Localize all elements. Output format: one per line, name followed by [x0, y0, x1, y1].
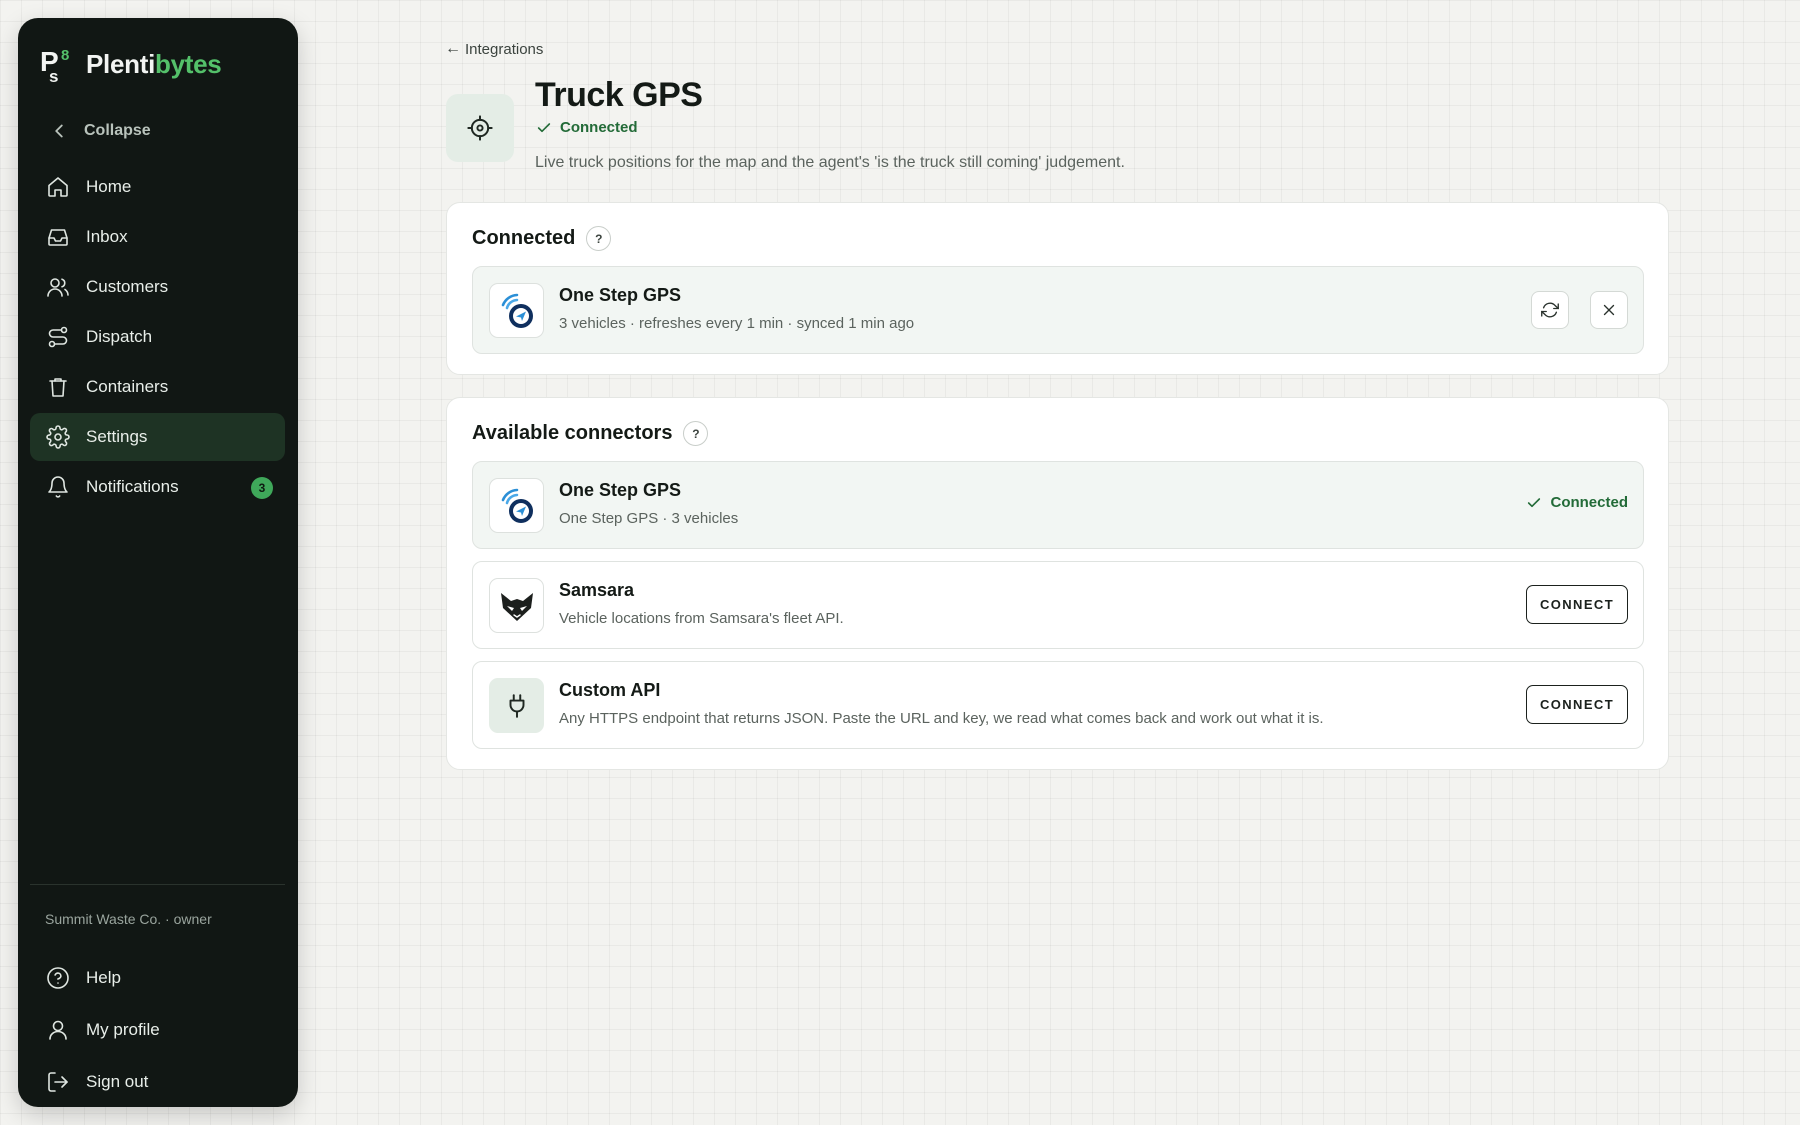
back-link-label: Integrations: [465, 40, 544, 58]
connected-section-header: Connected ?: [472, 226, 612, 251]
sidebar-nav: Home Inbox Customers Dispatch Containers…: [30, 163, 285, 513]
sidebar-item-help[interactable]: Help: [30, 952, 285, 1004]
inbox-icon: [48, 229, 68, 246]
svg-text:s: s: [49, 67, 58, 84]
plentibytes-logo-icon: P s 8: [40, 46, 69, 84]
available-section-header: Available connectors ?: [472, 421, 709, 446]
sidebar-item-label: Home: [86, 177, 132, 196]
collapse-sidebar-button[interactable]: Collapse: [48, 117, 151, 145]
page-description: Live truck positions for the map and the…: [535, 154, 1125, 171]
sidebar-item-label: Settings: [86, 427, 148, 446]
page-title: Truck GPS: [535, 76, 703, 114]
samsara-logo-icon: [500, 592, 533, 621]
crosshair-target-icon: [467, 115, 493, 141]
connector-name: Samsara: [559, 580, 635, 600]
connect-custom-api-button[interactable]: CONNECT: [1526, 685, 1628, 724]
check-icon: [1528, 497, 1541, 507]
connector-detail: Vehicle locations from Samsara's fleet A…: [559, 610, 844, 627]
connected-card: Connected ? One Step GPS 3 vehicles · re…: [446, 202, 1669, 375]
onestep-gps-logo-icon: [501, 293, 533, 328]
sidebar-item-label: My profile: [86, 1020, 160, 1039]
onestep-gps-logo-icon: [501, 488, 533, 523]
onestep-gps-logo: [489, 478, 544, 533]
disconnect-button[interactable]: [1590, 291, 1628, 329]
close-icon: [1603, 304, 1615, 316]
sidebar-item-customers[interactable]: Customers: [30, 263, 285, 311]
onestep-gps-logo: [489, 283, 544, 338]
arrow-left-icon: ←: [445, 40, 461, 57]
brand-name-part2: bytes: [155, 48, 222, 79]
back-to-integrations-link[interactable]: ← Integrations: [445, 40, 543, 58]
sidebar-item-containers[interactable]: Containers: [30, 363, 285, 411]
sidebar: P s 8 Plentibytes Collapse Home Inbox Cu…: [18, 18, 298, 1107]
connected-integration-row: One Step GPS 3 vehicles · refreshes ever…: [472, 266, 1644, 354]
sidebar-item-label: Containers: [86, 377, 169, 396]
available-help-button[interactable]: ?: [683, 421, 709, 446]
trash-icon: [49, 378, 67, 397]
sidebar-item-my-profile[interactable]: My profile: [30, 1004, 285, 1056]
sidebar-item-settings[interactable]: Settings: [30, 413, 285, 461]
sidebar-item-dispatch[interactable]: Dispatch: [30, 313, 285, 361]
connection-status-label: Connected: [560, 119, 638, 136]
gear-icon: [46, 425, 70, 449]
integration-detail: 3 vehicles · refreshes every 1 min · syn…: [559, 315, 915, 332]
connector-connected-status: Connected: [1526, 494, 1628, 511]
sidebar-item-label: Customers: [86, 277, 169, 296]
integration-icon-tile: [446, 94, 514, 162]
collapse-label: Collapse: [84, 122, 151, 139]
organization-label: Summit Waste Co. · owner: [45, 911, 212, 927]
chevron-left-icon: [55, 124, 63, 138]
connector-name: Custom API: [559, 680, 661, 700]
available-connectors-card: Available connectors ? One Step GPS One …: [446, 397, 1669, 770]
sidebar-item-label: Help: [86, 968, 121, 987]
sidebar-item-home[interactable]: Home: [30, 163, 285, 211]
brand-name: Plentibytes: [86, 48, 222, 80]
connector-detail: Any HTTPS endpoint that returns JSON. Pa…: [559, 710, 1324, 727]
check-icon: [537, 122, 551, 132]
refresh-icon: [1541, 302, 1559, 318]
sidebar-item-label: Inbox: [86, 227, 128, 246]
custom-api-icon-tile: [489, 678, 544, 733]
users-icon: [47, 278, 69, 297]
help-circle-icon: [47, 967, 69, 989]
home-icon: [48, 177, 68, 197]
sidebar-bottom-nav: Help My profile Sign out: [30, 952, 285, 1108]
user-icon: [49, 1020, 67, 1040]
refresh-button[interactable]: [1531, 291, 1569, 329]
connector-detail: One Step GPS · 3 vehicles: [559, 510, 739, 527]
sidebar-item-label: Dispatch: [86, 327, 153, 346]
bell-icon: [48, 476, 68, 498]
integration-name: One Step GPS: [559, 285, 682, 305]
connection-status: Connected: [536, 119, 638, 136]
sidebar-item-notifications[interactable]: Notifications 3: [30, 463, 285, 511]
samsara-logo: [489, 578, 544, 633]
connector-status-label: Connected: [1550, 494, 1628, 511]
sidebar-item-label: Sign out: [86, 1072, 149, 1091]
sidebar-item-label: Notifications: [86, 477, 179, 496]
connector-row-custom-api: Custom API Any HTTPS endpoint that retur…: [472, 661, 1644, 749]
brand-logo[interactable]: P s 8 Plentibytes: [40, 44, 222, 84]
sidebar-item-inbox[interactable]: Inbox: [30, 213, 285, 261]
connector-row-samsara: Samsara Vehicle locations from Samsara's…: [472, 561, 1644, 649]
sign-out-icon: [48, 1072, 68, 1092]
plug-icon: [509, 693, 524, 718]
svg-text:8: 8: [61, 47, 69, 64]
available-section-title: Available connectors: [472, 422, 673, 444]
brand-name-part1: Plenti: [86, 48, 155, 79]
route-icon: [48, 326, 68, 348]
connected-help-button[interactable]: ?: [586, 226, 612, 251]
connected-section-title: Connected: [472, 227, 576, 249]
connector-row-onestep-gps[interactable]: One Step GPS One Step GPS · 3 vehicles C…: [472, 461, 1644, 549]
connector-name: One Step GPS: [559, 480, 682, 500]
connect-samsara-button[interactable]: CONNECT: [1526, 585, 1628, 624]
notification-count-badge: 3: [251, 477, 273, 499]
sidebar-divider: [30, 884, 285, 885]
sidebar-item-sign-out[interactable]: Sign out: [30, 1056, 285, 1108]
